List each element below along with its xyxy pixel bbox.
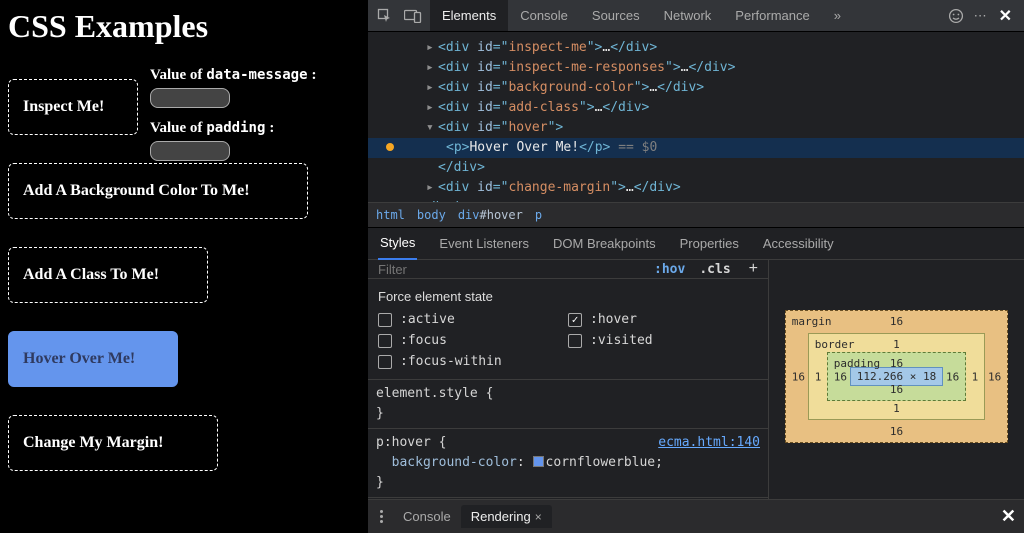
subtab-accessibility[interactable]: Accessibility xyxy=(761,228,836,259)
subtab-styles[interactable]: Styles xyxy=(378,227,417,260)
rule-p-hover[interactable]: ecma.html:140 p:hover { background-color… xyxy=(368,429,768,498)
drawer-tab-close-icon[interactable]: × xyxy=(535,510,542,524)
new-style-rule-icon[interactable]: + xyxy=(739,260,768,278)
state-focus-within[interactable]: :focus-within xyxy=(378,354,568,369)
dom-tree[interactable]: ▸<div id="inspect-me">…</div> ▸<div id="… xyxy=(368,32,1024,202)
crumb-html[interactable]: html xyxy=(376,208,405,222)
crumb-p[interactable]: p xyxy=(535,208,542,222)
rule-element-style[interactable]: element.style { } xyxy=(368,380,768,429)
bm-margin[interactable]: margin 16 16 16 16 border 1 1 1 1 paddin… xyxy=(785,310,1008,443)
drawer-menu-icon[interactable] xyxy=(376,510,393,523)
dom-row[interactable]: </div> xyxy=(368,158,1024,178)
drawer: Console Rendering× ✕ xyxy=(368,499,1024,533)
dom-row[interactable]: ▸<div id="add-class">…</div> xyxy=(368,98,1024,118)
close-icon[interactable]: ✕ xyxy=(999,6,1012,26)
bm-padding[interactable]: padding 16 16 16 16 112.266 × 18 xyxy=(827,352,966,401)
styles-filter-input[interactable] xyxy=(368,262,648,277)
tabs-overflow[interactable]: » xyxy=(822,0,853,31)
dom-row-selected[interactable]: <p>Hover Over Me!</p> == $0 xyxy=(368,138,1024,158)
dom-row[interactable]: ▸<div id="background-color">…</div> xyxy=(368,78,1024,98)
breakpoint-dot-icon xyxy=(386,143,394,151)
box-model: margin 16 16 16 16 border 1 1 1 1 paddin… xyxy=(769,260,1024,499)
tab-elements[interactable]: Elements xyxy=(430,0,508,31)
value-pill-2 xyxy=(150,141,230,161)
styles-tabs: Styles Event Listeners DOM Breakpoints P… xyxy=(368,228,1024,260)
state-hover[interactable]: :hover xyxy=(568,312,758,327)
more-icon[interactable]: ⋯ xyxy=(974,8,989,24)
dom-row[interactable]: ▸<div id="inspect-me-responses">…</div> xyxy=(368,58,1024,78)
crumb-body[interactable]: body xyxy=(417,208,446,222)
color-swatch-icon[interactable] xyxy=(533,456,544,467)
main-tabs: Elements Console Sources Network Perform… xyxy=(430,0,853,31)
drawer-tab-rendering[interactable]: Rendering× xyxy=(461,505,552,528)
cls-toggle[interactable]: .cls xyxy=(691,262,738,277)
styles-left-pane: :hov .cls + Force element state :active … xyxy=(368,260,769,499)
demo-page: CSS Examples Inspect Me! Add A Backgroun… xyxy=(0,0,368,533)
crumb-div-hover[interactable]: div#hover xyxy=(458,208,523,222)
force-state-title: Force element state xyxy=(378,289,758,304)
inspect-me-box[interactable]: Inspect Me! xyxy=(8,79,138,135)
value-label-1: Value of data-message: xyxy=(150,67,317,84)
bm-border[interactable]: border 1 1 1 1 padding 16 16 16 16 112.2… xyxy=(808,333,985,420)
device-toggle-icon[interactable] xyxy=(402,5,424,27)
smiley-icon[interactable] xyxy=(948,8,964,24)
value-pill-1 xyxy=(150,88,230,108)
subtab-event-listeners[interactable]: Event Listeners xyxy=(437,228,531,259)
subtab-properties[interactable]: Properties xyxy=(678,228,741,259)
tab-network[interactable]: Network xyxy=(652,0,724,31)
devtools-toolbar: Elements Console Sources Network Perform… xyxy=(368,0,1024,32)
devtools: Elements Console Sources Network Perform… xyxy=(368,0,1024,533)
value-label-2: Value of padding: xyxy=(150,120,317,137)
subtab-dom-breakpoints[interactable]: DOM Breakpoints xyxy=(551,228,658,259)
state-focus[interactable]: :focus xyxy=(378,333,568,348)
drawer-close-icon[interactable]: ✕ xyxy=(1001,506,1016,527)
state-visited[interactable]: :visited xyxy=(568,333,758,348)
dom-row[interactable]: ▾<div id="hover"> xyxy=(368,118,1024,138)
state-active[interactable]: :active xyxy=(378,312,568,327)
drawer-tab-console[interactable]: Console xyxy=(393,505,461,528)
tab-console[interactable]: Console xyxy=(508,0,580,31)
force-state-panel: Force element state :active :focus :focu… xyxy=(368,279,768,380)
tab-performance[interactable]: Performance xyxy=(723,0,821,31)
dom-row[interactable]: ▸<div id="change-margin">…</div> xyxy=(368,178,1024,198)
page-title: CSS Examples xyxy=(8,8,360,45)
dom-row[interactable]: ▸<div id="inspect-me">…</div> xyxy=(368,38,1024,58)
inspect-element-icon[interactable] xyxy=(374,5,396,27)
rule-source-link[interactable]: ecma.html:140 xyxy=(658,433,760,453)
hov-toggle[interactable]: :hov xyxy=(648,262,691,277)
breadcrumb: html body div#hover p xyxy=(368,202,1024,228)
tab-sources[interactable]: Sources xyxy=(580,0,652,31)
